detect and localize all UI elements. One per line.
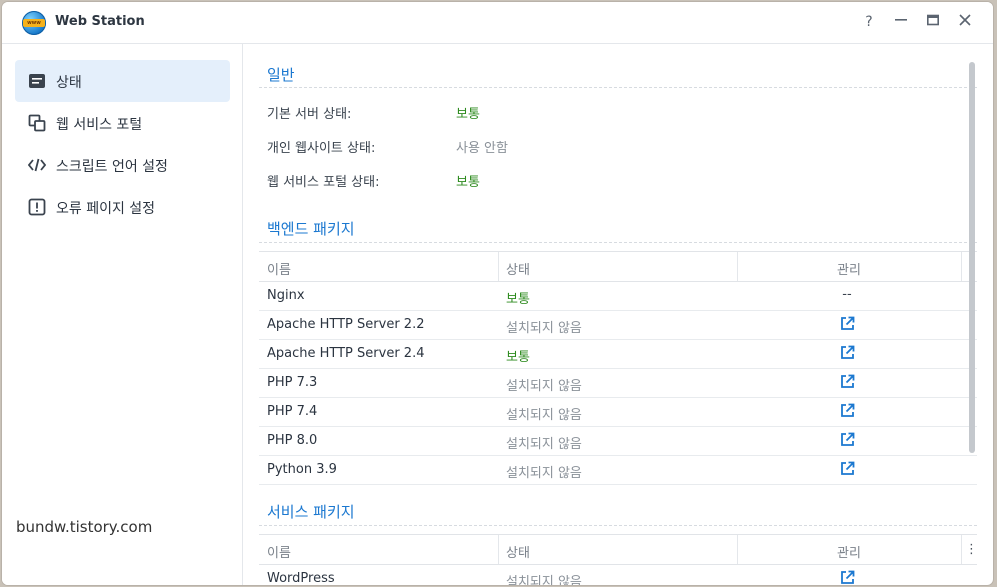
code-icon xyxy=(28,158,46,172)
manage-link-button[interactable] xyxy=(838,461,856,479)
manage-link-button[interactable] xyxy=(838,316,856,334)
external-link-icon xyxy=(840,403,854,417)
column-separator xyxy=(961,535,962,564)
package-name: Apache HTTP Server 2.2 xyxy=(267,317,425,332)
column-options-button[interactable]: ⋮ xyxy=(965,542,978,557)
table-row[interactable]: Apache HTTP Server 2.2 설치되지 않음 xyxy=(259,310,977,340)
package-status: 설치되지 않음 xyxy=(506,466,582,481)
table-row[interactable]: PHP 7.4 설치되지 않음 xyxy=(259,397,977,427)
personal-website-status-value: 사용 안함 xyxy=(456,141,508,156)
package-name: WordPress xyxy=(267,571,335,585)
table-row[interactable]: Python 3.9 설치되지 않음 xyxy=(259,455,977,485)
table-header: 이름 상태 관리 xyxy=(259,251,977,282)
external-link-icon xyxy=(840,345,854,359)
column-header-name[interactable]: 이름 xyxy=(267,542,291,561)
external-link-icon xyxy=(840,432,854,446)
sidebar: 상태 웹 서비스 포털 스크립트 언어 설정 오류 페이지 설정 xyxy=(2,44,243,585)
sidebar-item-label: 웹 서비스 포털 xyxy=(56,117,143,133)
web-station-window: www Web Station ? 상태 웹 서비스 포털 스크립트 언어 설정… xyxy=(2,2,993,585)
column-separator xyxy=(498,252,499,281)
column-header-manage[interactable]: 관리 xyxy=(837,542,861,561)
close-button[interactable] xyxy=(956,13,974,31)
manage-link-button[interactable] xyxy=(838,403,856,421)
sidebar-item-script-language[interactable]: 스크립트 언어 설정 xyxy=(15,144,230,186)
alert-icon xyxy=(28,198,46,216)
table-row[interactable]: PHP 8.0 설치되지 않음 xyxy=(259,426,977,456)
column-separator xyxy=(498,535,499,564)
vertical-scrollbar[interactable] xyxy=(969,62,975,453)
manage-link-button[interactable] xyxy=(838,374,856,392)
divider xyxy=(259,242,977,243)
column-separator xyxy=(737,535,738,564)
column-separator xyxy=(961,252,962,281)
service-section-title: 서비스 패키지 xyxy=(267,503,355,521)
external-link-icon xyxy=(840,570,854,584)
table-row[interactable]: PHP 7.3 설치되지 않음 xyxy=(259,368,977,398)
sidebar-item-label: 오류 페이지 설정 xyxy=(56,201,156,217)
minimize-icon xyxy=(895,19,907,21)
watermark-text: bundw.tistory.com xyxy=(16,518,153,536)
column-header-manage[interactable]: 관리 xyxy=(837,259,861,278)
manage-link-button[interactable] xyxy=(838,345,856,363)
manage-none: -- xyxy=(842,287,852,302)
external-link-icon xyxy=(840,461,854,475)
backend-section-title: 백엔드 패키지 xyxy=(267,220,355,238)
package-name: Nginx xyxy=(267,288,305,303)
sidebar-item-error-page[interactable]: 오류 페이지 설정 xyxy=(15,186,230,228)
web-station-app-icon: www xyxy=(22,11,46,35)
table-row[interactable]: Apache HTTP Server 2.4 보통 xyxy=(259,339,977,369)
sidebar-item-label: 스크립트 언어 설정 xyxy=(56,159,168,175)
column-header-name[interactable]: 이름 xyxy=(267,259,291,278)
package-status: 설치되지 않음 xyxy=(506,575,582,585)
portal-icon xyxy=(28,114,46,132)
sidebar-item-web-portal[interactable]: 웹 서비스 포털 xyxy=(15,102,230,144)
close-icon xyxy=(959,14,971,26)
divider xyxy=(259,525,977,526)
status-icon xyxy=(29,74,45,88)
external-link-icon xyxy=(840,316,854,330)
column-header-status[interactable]: 상태 xyxy=(506,259,530,278)
package-name: Python 3.9 xyxy=(267,462,337,477)
table-row[interactable]: Nginx 보통 -- xyxy=(259,281,977,311)
general-section-title: 일반 xyxy=(267,66,295,84)
web-portal-status-value: 보통 xyxy=(456,175,480,190)
minimize-button[interactable] xyxy=(892,13,910,31)
package-name: Apache HTTP Server 2.4 xyxy=(267,346,425,361)
default-server-status-label: 기본 서버 상태: xyxy=(267,107,352,122)
package-name: PHP 8.0 xyxy=(267,433,318,448)
column-header-status[interactable]: 상태 xyxy=(506,542,530,561)
web-portal-status-label: 웹 서비스 포털 상태: xyxy=(267,175,380,190)
table-header: 이름 상태 관리 ⋮ xyxy=(259,534,978,565)
sidebar-item-label: 상태 xyxy=(56,75,82,91)
main-content: 일반 기본 서버 상태: 보통 개인 웹사이트 상태: 사용 안함 웹 서비스 … xyxy=(243,44,993,585)
title-bar: www Web Station ? xyxy=(2,2,993,44)
window-title: Web Station xyxy=(55,14,145,29)
maximize-icon xyxy=(927,14,939,26)
manage-link-button[interactable] xyxy=(838,570,856,585)
manage-link-button[interactable] xyxy=(838,432,856,450)
default-server-status-value: 보통 xyxy=(456,107,480,122)
package-status: 보통 xyxy=(506,292,530,307)
maximize-button[interactable] xyxy=(924,13,942,31)
help-button[interactable]: ? xyxy=(860,13,878,31)
package-status: 설치되지 않음 xyxy=(506,321,582,336)
divider xyxy=(259,87,977,88)
column-separator xyxy=(737,252,738,281)
external-link-icon xyxy=(840,374,854,388)
personal-website-status-label: 개인 웹사이트 상태: xyxy=(267,141,376,156)
package-status: 보통 xyxy=(506,350,530,365)
package-name: PHP 7.4 xyxy=(267,404,318,419)
package-status: 설치되지 않음 xyxy=(506,379,582,394)
table-row[interactable]: WordPress 설치되지 않음 xyxy=(259,564,977,585)
package-status: 설치되지 않음 xyxy=(506,437,582,452)
package-name: PHP 7.3 xyxy=(267,375,318,390)
sidebar-item-status[interactable]: 상태 xyxy=(15,60,230,102)
package-status: 설치되지 않음 xyxy=(506,408,582,423)
